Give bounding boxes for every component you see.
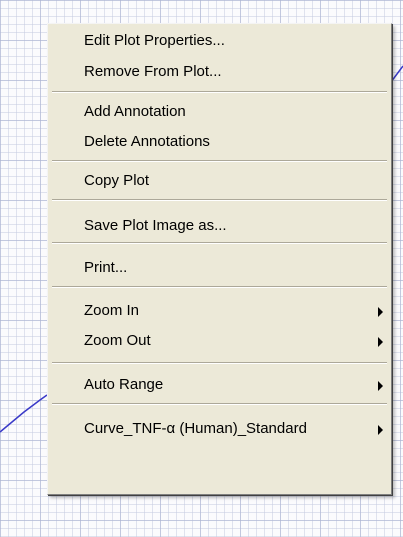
menu-item-zoom-in[interactable]: Zoom In — [50, 296, 389, 326]
menu-separator — [52, 242, 387, 244]
menu-item-label: Add Annotation — [84, 103, 186, 120]
menu-item-edit-plot-properties[interactable]: Edit Plot Properties... — [50, 26, 389, 56]
menu-item-copy-plot[interactable]: Copy Plot — [50, 166, 389, 196]
menu-separator — [52, 362, 387, 364]
menu-item-label: Zoom In — [84, 302, 140, 319]
menu-item-curve-tnf-alpha-standard[interactable]: Curve_TNF-α (Human)_Standard — [50, 414, 389, 444]
menu-item-label: Curve_TNF-α (Human)_Standard — [84, 420, 307, 437]
menu-item-save-plot-image[interactable]: Save Plot Image as... — [50, 211, 389, 241]
submenu-arrow-icon — [378, 307, 383, 317]
menu-item-label: Copy Plot — [84, 172, 150, 189]
submenu-arrow-icon — [378, 381, 383, 391]
menu-item-label: Save Plot Image as... — [84, 217, 227, 234]
menu-separator — [52, 91, 387, 93]
menu-item-label: Delete Annotations — [84, 133, 210, 150]
submenu-arrow-icon — [378, 425, 383, 435]
menu-item-label: Edit Plot Properties... — [84, 32, 225, 49]
menu-separator — [52, 286, 387, 288]
plot-context-menu: Edit Plot Properties... Remove From Plot… — [47, 23, 392, 495]
menu-item-label: Zoom Out — [84, 332, 151, 349]
menu-item-label: Remove From Plot... — [84, 63, 222, 80]
menu-item-remove-from-plot[interactable]: Remove From Plot... — [50, 57, 389, 87]
menu-item-label: Auto Range — [84, 376, 164, 393]
menu-item-add-annotation[interactable]: Add Annotation — [50, 97, 389, 127]
menu-item-auto-range[interactable]: Auto Range — [50, 370, 389, 400]
menu-separator — [52, 160, 387, 162]
menu-separator — [52, 403, 387, 405]
menu-separator — [52, 199, 387, 201]
curve-line-left — [0, 394, 48, 433]
menu-item-delete-annotations[interactable]: Delete Annotations — [50, 127, 389, 157]
menu-item-label: Print... — [84, 259, 128, 276]
submenu-arrow-icon — [378, 337, 383, 347]
menu-item-print[interactable]: Print... — [50, 253, 389, 283]
menu-item-zoom-out[interactable]: Zoom Out — [50, 326, 389, 356]
